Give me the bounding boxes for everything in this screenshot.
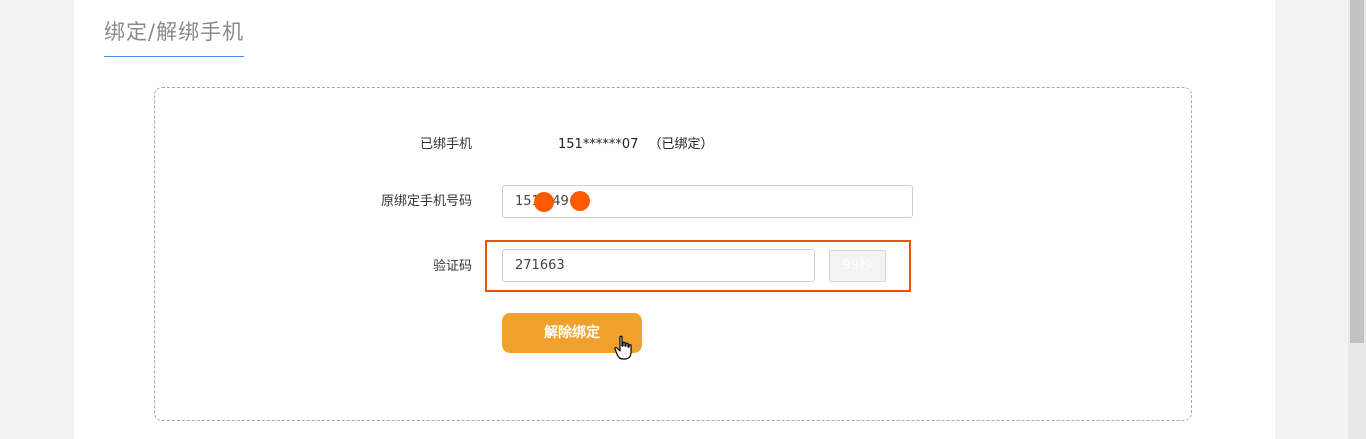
redaction-mark bbox=[570, 191, 590, 211]
hand-cursor-icon bbox=[614, 335, 632, 360]
verification-code-input[interactable] bbox=[502, 249, 815, 282]
redaction-mark bbox=[534, 192, 554, 212]
bound-status-text: （已绑定） bbox=[648, 137, 714, 152]
countdown-button[interactable]: 99秒 bbox=[829, 250, 886, 282]
original-phone-input[interactable] bbox=[502, 185, 913, 218]
original-phone-label: 原绑定手机号码 bbox=[380, 194, 472, 209]
code-label: 验证码 bbox=[432, 259, 472, 274]
scrollbar-thumb[interactable] bbox=[1350, 0, 1364, 343]
bound-phone-value: 151******07 （已绑定） bbox=[558, 136, 714, 154]
bound-phone-number: 151******07 bbox=[558, 137, 639, 152]
vertical-scrollbar[interactable] bbox=[1348, 0, 1366, 439]
page-title: 绑定/解绑手机 bbox=[104, 18, 245, 57]
bound-phone-label: 已绑手机 bbox=[419, 137, 472, 152]
